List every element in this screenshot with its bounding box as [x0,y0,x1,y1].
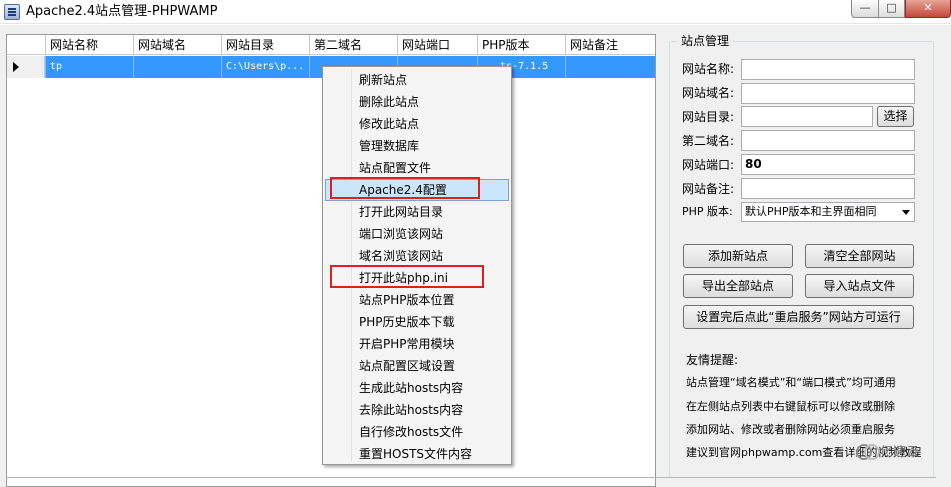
menu-item-open-site-dir[interactable]: 打开此网站目录 [325,201,509,223]
import-sites-button[interactable]: 导入站点文件 [805,274,914,298]
watermark: 亿速云 [856,440,919,460]
second-domain-label: 第二域名: [682,134,735,148]
menu-item-delete-site[interactable]: 删除此站点 [325,91,509,113]
column-header-port[interactable]: 网站端口 [397,35,477,55]
note-label: 网站备注: [682,182,735,196]
site-domain-label: 网站域名: [682,86,735,100]
menu-item-enable-php-modules[interactable]: 开启PHP常用模块 [325,333,509,355]
column-header-php[interactable]: PHP版本 [477,35,565,55]
tip-line: 添加网站、修改或者删除网站必须重启服务 [686,423,895,436]
php-version-value: 默认PHP版本和主界面相同 [745,205,877,218]
menu-item-edit-hosts-file[interactable]: 自行修改hosts文件 [325,421,509,443]
site-dir-input[interactable] [741,106,873,127]
window-title: Apache2.4站点管理-PHPWAMP [26,4,218,19]
menu-item-reset-hosts[interactable]: 重置HOSTS文件内容 [325,443,509,465]
second-domain-input[interactable] [741,130,915,151]
php-version-select[interactable]: 默认PHP版本和主界面相同 [741,202,915,222]
column-header-note[interactable]: 网站备注 [565,35,655,55]
clear-all-sites-button[interactable]: 清空全部网站 [805,244,914,268]
maximize-button[interactable]: □ [879,0,905,18]
column-header-second-domain[interactable]: 第二域名 [309,35,397,55]
watermark-logo-icon [856,442,880,460]
note-input[interactable] [741,178,915,199]
menu-item-site-config-region[interactable]: 站点配置区域设置 [325,355,509,377]
add-site-button[interactable]: 添加新站点 [683,244,793,268]
grid-header: 网站名称 网站域名 网站目录 第二域名 网站端口 PHP版本 网站备注 [7,35,655,55]
site-name-input[interactable] [741,59,915,80]
site-dir-label: 网站目录: [682,110,735,124]
cell-dir[interactable]: C:\Users\p... [221,56,309,78]
panel-title: 站点管理 [678,33,733,49]
watermark-text: 亿速云 [880,444,920,460]
menu-item-browse-by-domain[interactable]: 域名浏览该网站 [325,245,509,267]
menu-item-apache-config[interactable]: Apache2.4配置 [325,179,509,201]
menu-item-manage-database[interactable]: 管理数据库 [325,135,509,157]
bottom-divider [6,477,936,478]
port-input[interactable]: 80 [741,154,915,175]
minimize-button[interactable]: — [851,0,879,18]
site-name-label: 网站名称: [682,62,735,76]
site-domain-input[interactable] [741,83,915,104]
tip-line: 站点管理“域名模式”和“端口模式”均可通用 [686,376,896,389]
menu-item-browse-by-port[interactable]: 端口浏览该网站 [325,223,509,245]
restart-service-button[interactable]: 设置完后点此“重启服务”网站方可运行 [683,305,914,329]
port-label: 网站端口: [682,158,735,172]
menu-item-remove-hosts[interactable]: 去除此站hosts内容 [325,399,509,421]
menu-item-php-history-download[interactable]: PHP历史版本下载 [325,311,509,333]
close-button[interactable]: ✕ [905,0,951,18]
chevron-down-icon [902,210,910,215]
php-version-label: PHP 版本: [682,205,733,218]
title-bar: Apache2.4站点管理-PHPWAMP — □ ✕ [0,0,951,24]
export-all-sites-button[interactable]: 导出全部站点 [683,274,793,298]
cell-note[interactable] [565,56,655,78]
column-header-domain[interactable]: 网站域名 [133,35,221,55]
app-icon [4,4,20,20]
menu-item-edit-site[interactable]: 修改此站点 [325,113,509,135]
cell-domain[interactable] [133,56,221,78]
window-controls: — □ ✕ [851,0,951,18]
column-header-dir[interactable]: 网站目录 [221,35,309,55]
menu-item-open-php-ini[interactable]: 打开此站php.ini [325,267,509,289]
tip-line: 在左侧站点列表中右键鼠标可以修改或删除 [686,400,895,413]
cell-name[interactable]: tp [45,56,133,78]
menu-item-site-config-file[interactable]: 站点配置文件 [325,157,509,179]
menu-item-refresh-sites[interactable]: 刷新站点 [325,69,509,91]
menu-item-php-version-location[interactable]: 站点PHP版本位置 [325,289,509,311]
row-selector[interactable] [7,56,45,78]
menu-item-generate-hosts[interactable]: 生成此站hosts内容 [325,377,509,399]
current-row-arrow-icon [13,62,19,72]
browse-dir-button[interactable]: 选择 [877,106,914,127]
site-context-menu: 刷新站点 删除此站点 修改此站点 管理数据库 站点配置文件 Apache2.4配… [322,66,512,465]
column-header-name[interactable]: 网站名称 [45,35,133,55]
tips-title: 友情提醒: [686,353,739,367]
